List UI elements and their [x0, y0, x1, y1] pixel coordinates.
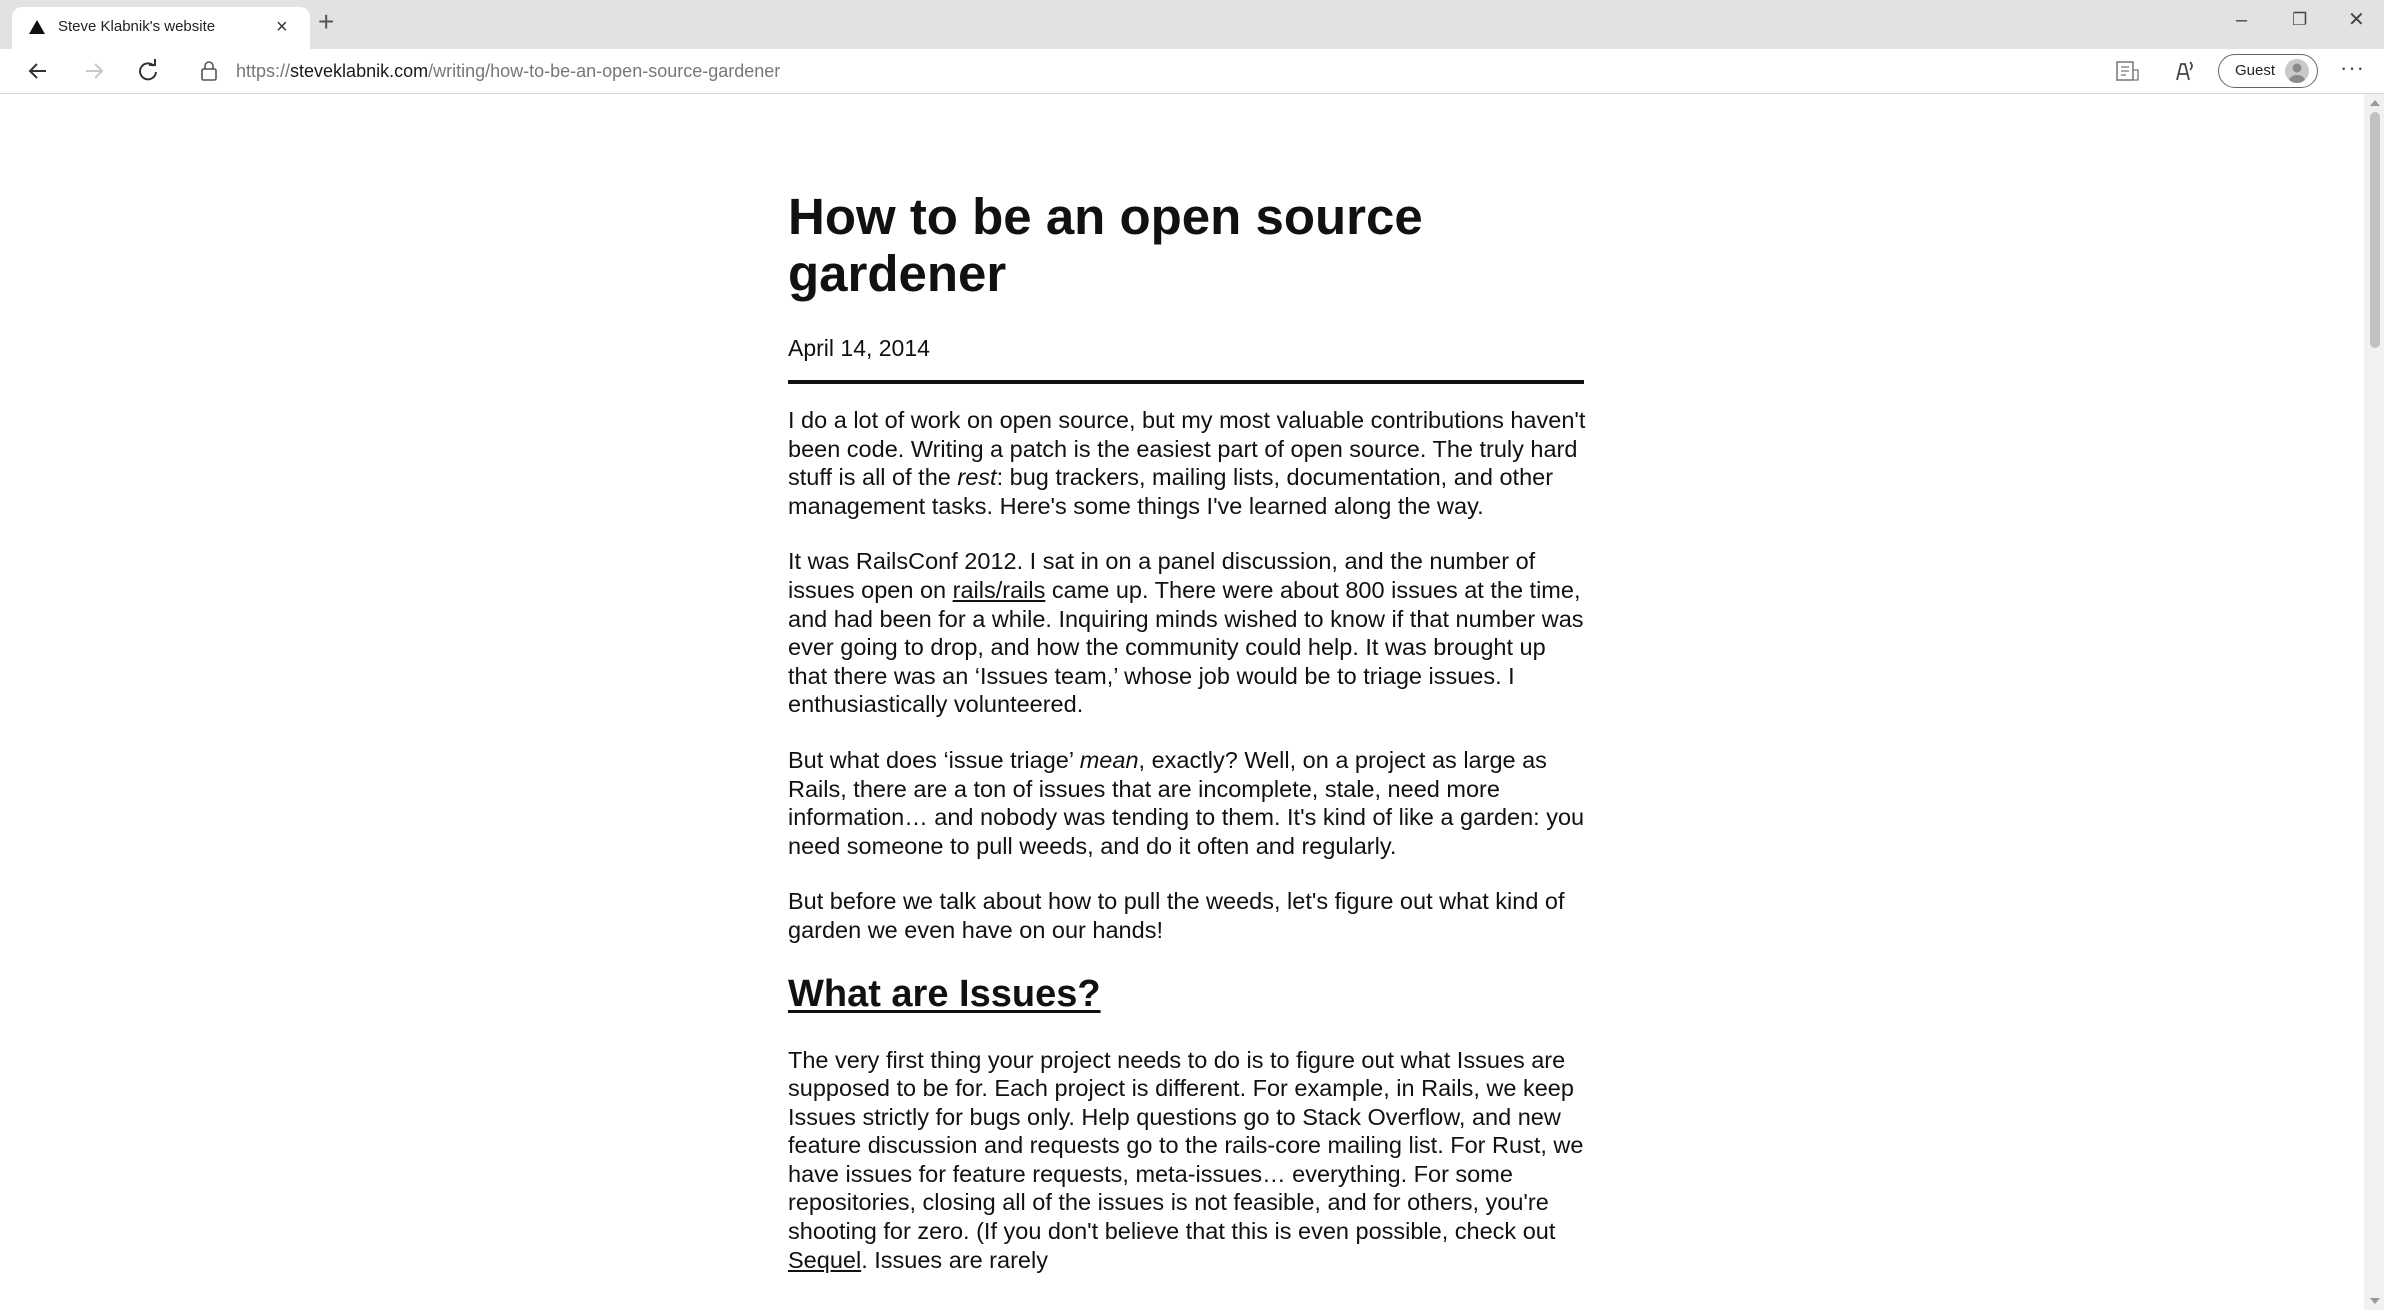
title-divider [788, 380, 1584, 384]
scroll-up-arrow-icon[interactable] [2370, 100, 2380, 106]
tab-title: Steve Klabnik's website [58, 18, 216, 35]
rails-rails-link[interactable]: rails/rails [953, 577, 1046, 603]
tab-steve-klabnik[interactable]: Steve Klabnik's website × [12, 7, 310, 49]
paragraph-garden: But before we talk about how to pull the… [788, 888, 1565, 943]
lock-icon[interactable] [198, 59, 220, 83]
window-close-button[interactable]: ✕ [2348, 6, 2365, 34]
paragraph-issues-purpose: The very first thing your project needs … [788, 1046, 1584, 1273]
restore-button[interactable]: ❐ [2292, 6, 2307, 34]
address-bar[interactable]: https://steveklabnik.com/writing/how-to-… [236, 61, 780, 82]
back-arrow-icon[interactable] [24, 57, 52, 85]
sequel-link[interactable]: Sequel [788, 1247, 861, 1273]
new-tab-button[interactable]: + [318, 8, 334, 36]
article-body: I do a lot of work on open source, but m… [788, 406, 1588, 1301]
minimize-button[interactable]: – [2236, 6, 2247, 34]
reader-view-icon[interactable] [2114, 58, 2140, 84]
url-path: /writing/how-to-be-an-open-source-garden… [428, 61, 781, 81]
triangle-favicon-icon [29, 20, 45, 34]
url-scheme: https:// [236, 61, 291, 81]
paragraph-issue-triage: But what does ‘issue triage’ mean, exact… [788, 746, 1585, 859]
tab-strip: Steve Klabnik's website × + – ❐ ✕ [0, 0, 2384, 49]
scroll-down-arrow-icon[interactable] [2370, 1298, 2380, 1304]
forward-arrow-icon[interactable] [80, 57, 108, 85]
more-options-icon[interactable]: ··· [2340, 55, 2365, 81]
article-title: How to be an open source gardener [788, 188, 1423, 302]
section-heading-what-are-issues: What are Issues? [788, 972, 1101, 1015]
avatar-icon [2285, 59, 2309, 83]
url-host: steveklabnik.com [290, 61, 429, 81]
tab-close-icon[interactable]: × [276, 15, 288, 39]
paragraph-intro: I do a lot of work on open source, but m… [788, 407, 1586, 519]
scroll-thumb[interactable] [2370, 112, 2380, 348]
vertical-scrollbar[interactable] [2364, 94, 2384, 1310]
profile-button[interactable]: Guest [2218, 54, 2318, 88]
paragraph-railsconf: It was RailsConf 2012. I sat in on a pan… [788, 548, 1584, 718]
article-date: April 14, 2014 [788, 335, 930, 361]
profile-label: Guest [2235, 62, 2276, 79]
read-aloud-icon[interactable] [2172, 58, 2198, 84]
refresh-icon[interactable] [134, 57, 162, 85]
address-toolbar: https://steveklabnik.com/writing/how-to-… [0, 49, 2384, 94]
